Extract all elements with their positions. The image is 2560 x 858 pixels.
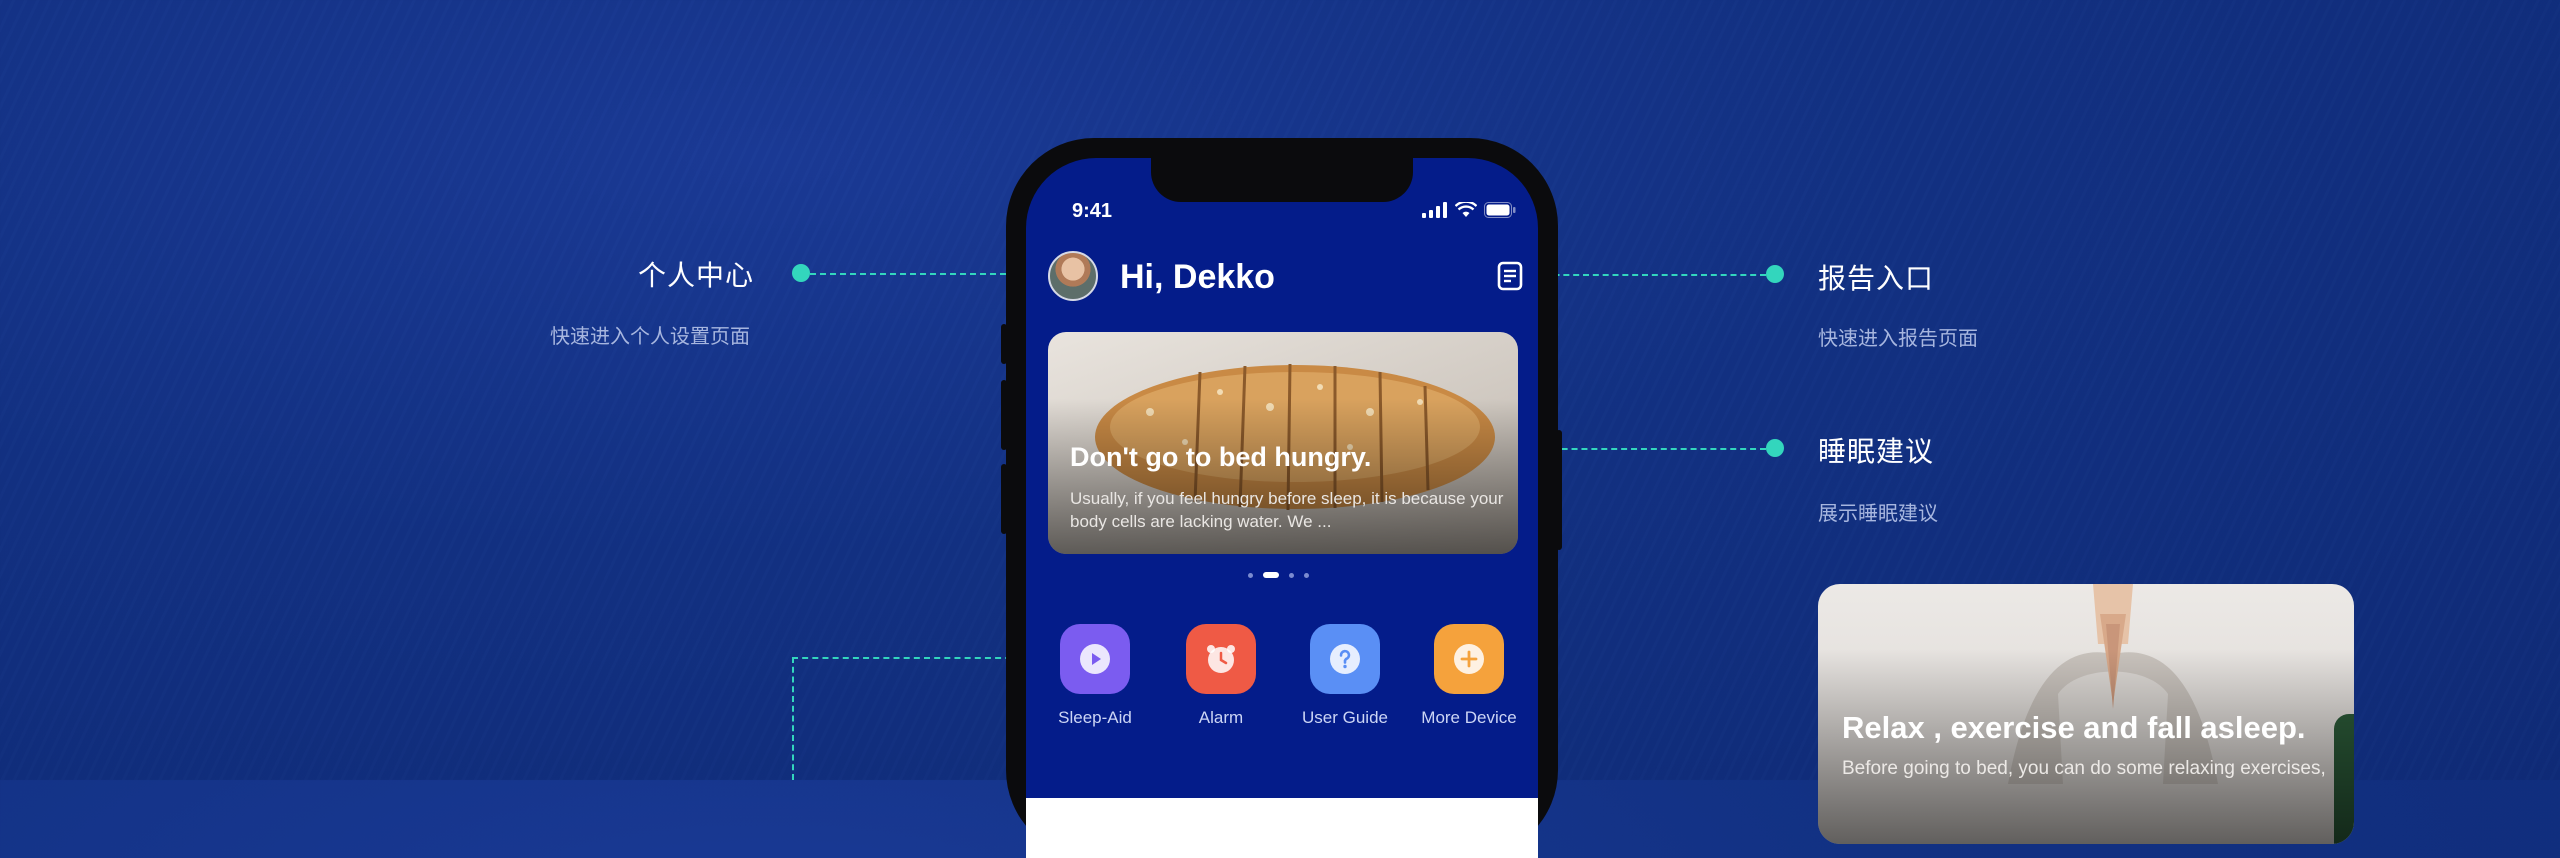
feature-alarm[interactable]: Alarm	[1166, 624, 1276, 728]
carousel-dot[interactable]	[1248, 572, 1253, 578]
feature-label: User Guide	[1302, 708, 1388, 727]
status-icons	[1422, 202, 1516, 218]
feature-sleep-aid[interactable]: Sleep-Aid	[1040, 624, 1150, 728]
feature-label: Sleep-Aid	[1058, 708, 1132, 727]
carousel-dot-active[interactable]	[1263, 572, 1279, 578]
banner-card[interactable]: Don't go to bed hungry. Usually, if you …	[1048, 332, 1518, 554]
annotation-sleep-advice-dot	[1766, 439, 1784, 457]
battery-icon	[1484, 202, 1516, 218]
card-title: Relax , exercise and fall asleep.	[1842, 710, 2306, 745]
feature-label: Alarm	[1198, 708, 1244, 727]
annotation-report-subtitle: 快速进入报告页面	[1818, 328, 1978, 350]
play-icon[interactable]	[1060, 624, 1130, 694]
banner-description: Usually, if you feel hungry before sleep…	[1070, 489, 1504, 531]
annotation-profile-dot	[792, 264, 810, 282]
status-time: 9:41	[1072, 200, 1113, 222]
avatar[interactable]	[1048, 251, 1098, 301]
annotation-sleep-advice-subtitle: 展示睡眠建议	[1818, 503, 1938, 525]
sleep-advice-card[interactable]: Relax , exercise and fall asleep. Before…	[1818, 584, 2354, 844]
phone-screen: 9:41 Hi, Dekko Don't go to bed hungry. U…	[1026, 158, 1538, 858]
annotation-report-line	[1524, 274, 1766, 276]
plus-icon[interactable]	[1434, 624, 1504, 694]
banner-title: Don't go to bed hungry.	[1070, 442, 1372, 472]
feature-user-guide[interactable]: User Guide	[1290, 624, 1400, 728]
annotation-report-dot	[1766, 265, 1784, 283]
greeting-text: Hi, Dekko	[1120, 258, 1275, 296]
phone-frame: 9:41 Hi, Dekko Don't go to bed hungry. U…	[1006, 138, 1558, 858]
feature-more-device[interactable]: More Device	[1414, 624, 1524, 728]
annotation-profile-subtitle: 快速进入个人设置页面	[550, 326, 750, 348]
feature-label: More Device	[1421, 708, 1517, 727]
cellular-signal-icon	[1422, 202, 1447, 218]
question-icon[interactable]	[1310, 624, 1380, 694]
carousel-indicator[interactable]	[1248, 572, 1309, 578]
carousel-dot[interactable]	[1289, 572, 1294, 578]
phone-notch	[1151, 158, 1413, 202]
card-description: Before going to bed, you can do some rel…	[1842, 758, 2326, 779]
carousel-dot[interactable]	[1304, 572, 1309, 578]
wifi-icon	[1455, 202, 1477, 217]
annotation-profile-title: 个人中心	[638, 260, 755, 291]
annotation-features-vline	[792, 657, 794, 780]
bottom-sheet	[1026, 798, 1538, 858]
annotation-sleep-advice-title: 睡眠建议	[1818, 436, 1935, 467]
alarm-clock-icon[interactable]	[1186, 624, 1256, 694]
report-icon[interactable]	[1494, 260, 1526, 292]
annotation-report-title: 报告入口	[1818, 263, 1935, 294]
